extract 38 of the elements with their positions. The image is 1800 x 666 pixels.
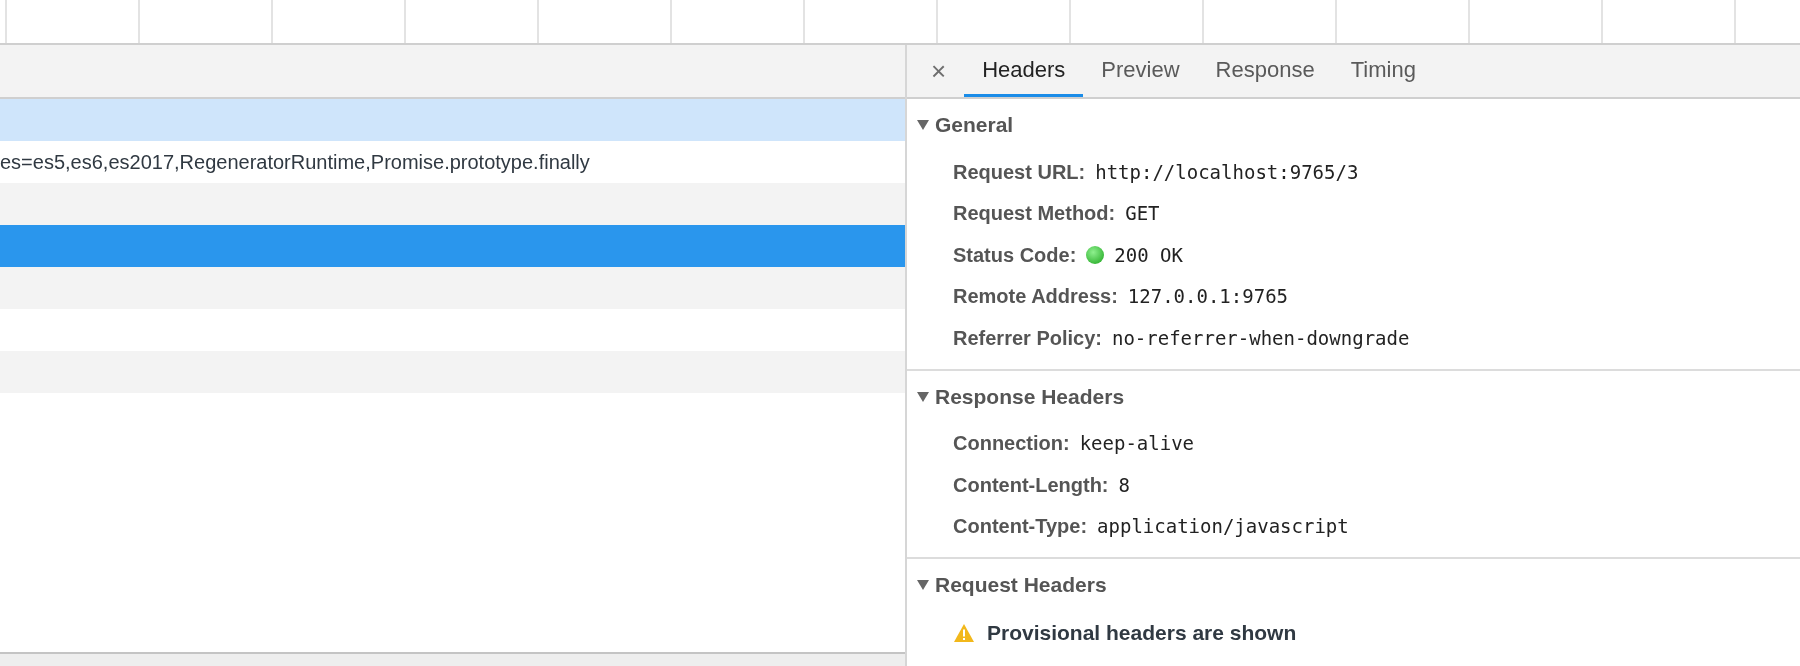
triangle-icon (917, 120, 929, 130)
header-value: keep-alive (1079, 431, 1195, 456)
request-row[interactable] (0, 267, 905, 309)
header-name: Referrer Policy: (953, 325, 1102, 351)
request-name: es=es5,es6,es2017,RegeneratorRuntime,Promise.prototype.finally (0, 150, 590, 175)
tab[interactable]: Preview (1083, 45, 1198, 97)
section-header[interactable]: Response Headers (907, 370, 1800, 423)
close-button[interactable]: × (925, 45, 953, 97)
request-row[interactable] (0, 225, 905, 267)
triangle-icon (917, 391, 929, 402)
header-name: Content-Type: (953, 514, 1088, 540)
request-row[interactable] (0, 351, 905, 393)
header-value: application/javascript (1097, 514, 1349, 539)
header-value: GET (1125, 201, 1160, 226)
section-header[interactable]: Request Headers (907, 559, 1800, 611)
header-name: Status Code: (953, 242, 1077, 268)
header-value: http://localhost:9765/3 (1095, 159, 1359, 185)
warning-icon (953, 623, 975, 643)
section-header[interactable]: General (907, 99, 1800, 151)
tab[interactable]: Headers (964, 45, 1084, 97)
header-name: Remote Address: (953, 284, 1118, 310)
request-row[interactable] (0, 183, 905, 225)
warning-text: Provisional headers are shown (987, 620, 1297, 647)
header-value: no-referrer-when-downgrade (1111, 325, 1410, 351)
header-name: Connection: (953, 431, 1070, 457)
header-name: Request Method: (953, 201, 1116, 227)
section-title: General (935, 112, 1014, 139)
header-name: Content-Length: (953, 472, 1109, 498)
tab[interactable]: Timing (1332, 45, 1434, 97)
section-title: Response Headers (935, 383, 1125, 410)
header-value: 200 OK (1114, 242, 1183, 268)
tab[interactable]: Response (1197, 45, 1333, 97)
section-title: Request Headers (935, 572, 1107, 599)
request-row[interactable] (0, 99, 905, 141)
header-value: 127.0.0.1:9765 (1127, 284, 1288, 309)
header-value: 8 (1118, 472, 1130, 498)
header-name: Request URL: (953, 159, 1086, 185)
triangle-icon (917, 580, 929, 590)
